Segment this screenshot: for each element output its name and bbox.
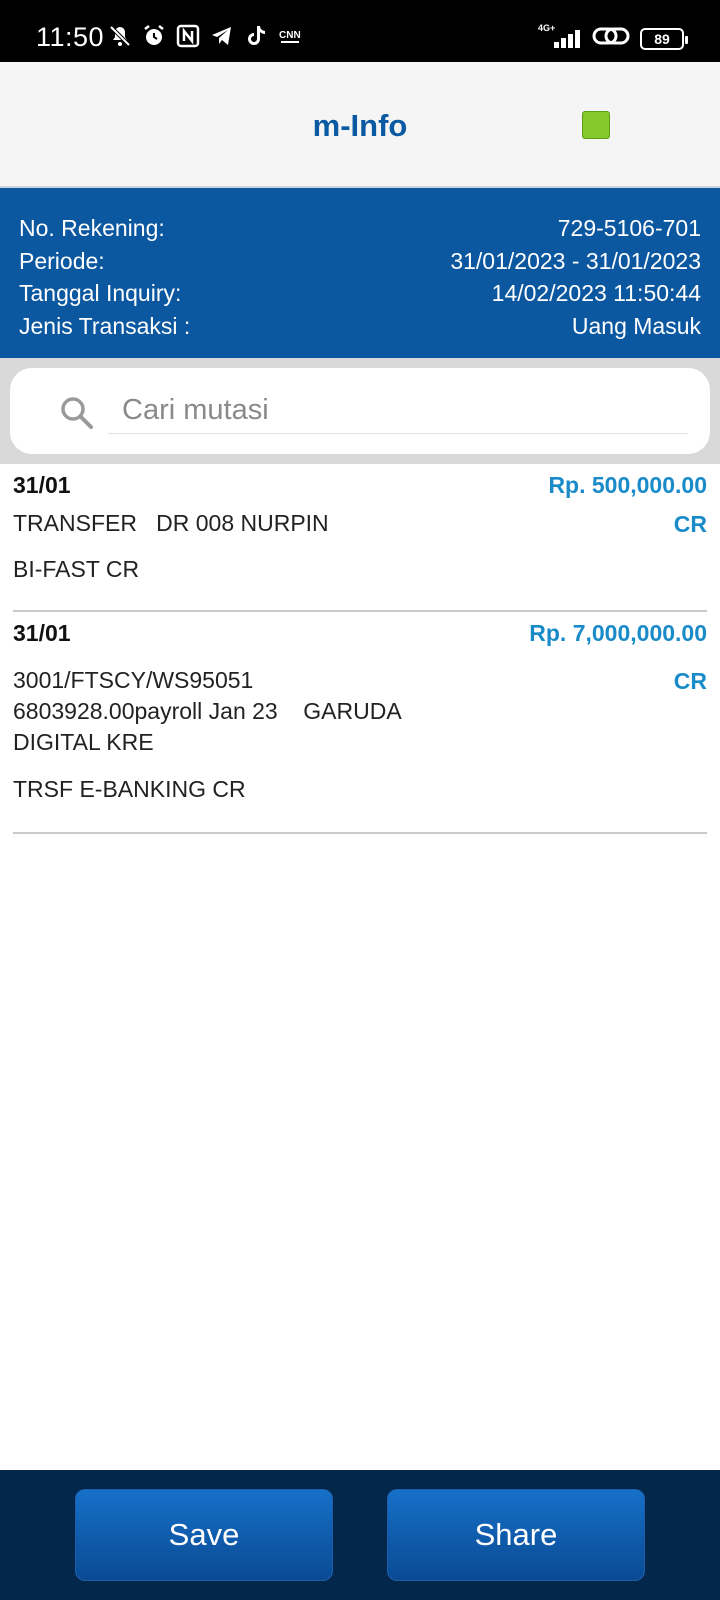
app-header: m-Info <box>0 62 720 188</box>
inquiry-date-value: 14/02/2023 11:50:44 <box>491 280 701 306</box>
list-item[interactable]: 31/01 Rp. 500,000.00 CR TRANSFER DR 008 … <box>13 464 707 612</box>
account-number-value: 729-5106-701 <box>557 215 701 241</box>
svg-text:CNN: CNN <box>279 30 301 41</box>
signal-icon: 4G+ <box>538 23 582 51</box>
transaction-channel: TRSF E-BANKING CR <box>13 776 246 802</box>
transaction-description: 3001/FTSCY/WS95051 6803928.00payroll Jan… <box>13 667 402 755</box>
page-title: m-Info <box>312 108 408 143</box>
account-info-panel: No. Rekening: 729-5106-701 Periode: 31/0… <box>0 188 720 358</box>
transaction-type: CR <box>673 668 707 694</box>
transaction-description: TRANSFER DR 008 NURPIN <box>13 510 329 536</box>
period-row: Periode: 31/01/2023 - 31/01/2023 <box>19 245 701 278</box>
period-label: Periode: <box>19 247 105 274</box>
search-bar-area <box>0 358 720 464</box>
cnn-icon: CNN <box>278 24 302 48</box>
tiktok-icon <box>244 24 268 48</box>
link-icon <box>592 24 630 53</box>
transaction-amount: Rp. 500,000.00 <box>548 472 707 498</box>
save-button[interactable]: Save <box>75 1489 333 1581</box>
telegram-icon <box>210 24 234 48</box>
transaction-type-row: Jenis Transaksi : Uang Masuk <box>19 310 701 343</box>
share-button[interactable]: Share <box>387 1489 645 1581</box>
connection-status-indicator <box>582 111 610 139</box>
system-status-icons: 4G+ 89 <box>538 23 688 53</box>
transaction-type-value: Uang Masuk <box>571 312 701 339</box>
battery-level: 89 <box>654 30 670 47</box>
account-number-row: No. Rekening: 729-5106-701 <box>19 212 701 245</box>
transaction-date: 31/01 <box>13 472 71 498</box>
list-item[interactable]: 31/01 Rp. 7,000,000.00 CR 3001/FTSCY/WS9… <box>13 612 707 834</box>
bottom-action-bar: Save Share <box>0 1470 720 1600</box>
period-value: 31/01/2023 - 31/01/2023 <box>450 247 701 274</box>
transaction-amount: Rp. 7,000,000.00 <box>529 620 707 646</box>
inquiry-date-row: Tanggal Inquiry: 14/02/2023 11:50:44 <box>19 277 701 310</box>
account-number-label: No. Rekening: <box>19 215 165 241</box>
status-time: 11:50 <box>36 22 105 52</box>
search-icon <box>60 396 94 430</box>
battery-icon: 89 <box>640 27 688 50</box>
transaction-type: CR <box>673 511 707 537</box>
transaction-type-label: Jenis Transaksi : <box>19 312 191 339</box>
alarm-icon <box>142 24 166 48</box>
search-box[interactable] <box>10 368 710 454</box>
status-bar: 11:50 CNN 4G+ 89 <box>0 0 720 62</box>
nfc-icon <box>176 24 200 48</box>
search-input[interactable] <box>108 388 688 434</box>
transaction-date: 31/01 <box>13 620 71 646</box>
mute-icon <box>108 24 132 48</box>
inquiry-date-label: Tanggal Inquiry: <box>19 280 182 306</box>
transaction-list: 31/01 Rp. 500,000.00 CR TRANSFER DR 008 … <box>0 464 720 834</box>
transaction-channel: BI-FAST CR <box>13 556 140 582</box>
notification-icons: CNN <box>108 24 302 48</box>
